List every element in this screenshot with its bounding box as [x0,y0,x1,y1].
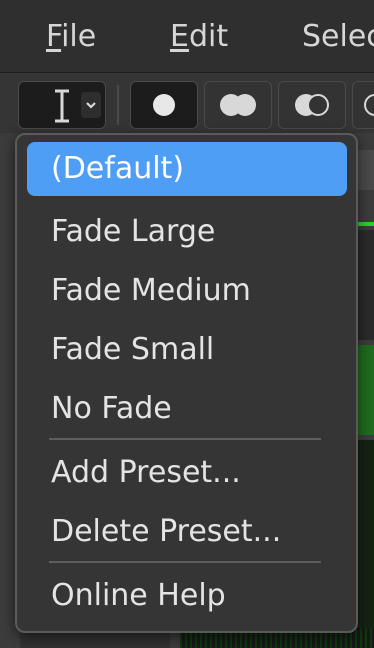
waveform-line [356,222,374,226]
menu-item-label: Online Help [51,578,226,613]
fade-small-icon [364,94,374,116]
menu-item-fade-small[interactable]: Fade Small [27,323,347,377]
menu-item-label: Fade Medium [51,273,251,308]
menu-item-fade-medium[interactable]: Fade Medium [27,264,347,318]
fade-small-button[interactable] [352,81,374,129]
fade-large-icon [220,94,256,116]
waveform-noise [356,440,374,648]
dropdown-toggle[interactable] [81,92,101,118]
fade-medium-icon [295,94,329,116]
menu-item-default[interactable]: (Default) [27,142,347,196]
menu-item-label: Delete Preset... [51,514,282,549]
tool-selector-dropdown[interactable] [18,81,106,129]
chevron-down-icon [86,102,96,109]
menu-item-delete-preset[interactable]: Delete Preset... [27,505,347,559]
menu-item-add-preset[interactable]: Add Preset... [27,446,347,500]
menu-select[interactable]: Selec [302,22,374,52]
menu-item-online-help[interactable]: Online Help [27,569,347,623]
menu-bar: File Edit Selec [0,0,374,73]
menu-file[interactable]: File [46,22,96,52]
track-lane [356,230,374,340]
fade-preset-menu: (Default) Fade Large Fade Medium Fade Sm… [15,133,358,633]
fade-large-button[interactable] [204,81,272,129]
menu-item-label: (Default) [51,151,185,186]
app-window: File Edit Selec [0,0,374,648]
menu-separator [49,561,321,563]
menu-edit-label: dit [188,19,229,54]
track-header-strip [356,150,374,190]
toolbar [0,73,374,133]
menu-file-mnemonic: F [46,19,62,54]
menu-separator [49,438,321,440]
menu-edit[interactable]: Edit [170,22,228,52]
menu-edit-mnemonic: E [170,19,189,54]
toolbar-separator [117,85,119,125]
menu-item-no-fade[interactable]: No Fade [27,382,347,436]
menu-select-label: Selec [302,19,374,54]
menu-item-label: Add Preset... [51,455,241,490]
fade-medium-button[interactable] [278,81,346,129]
menu-item-label: Fade Small [51,332,215,367]
menu-item-label: Fade Large [51,214,216,249]
fade-default-icon [153,94,175,116]
waveform-block [356,345,374,435]
menu-item-label: No Fade [51,391,172,426]
fade-default-button[interactable] [130,81,198,129]
menu-file-label: ile [61,19,97,54]
menu-item-fade-large[interactable]: Fade Large [27,205,347,259]
text-cursor-icon [55,89,69,123]
